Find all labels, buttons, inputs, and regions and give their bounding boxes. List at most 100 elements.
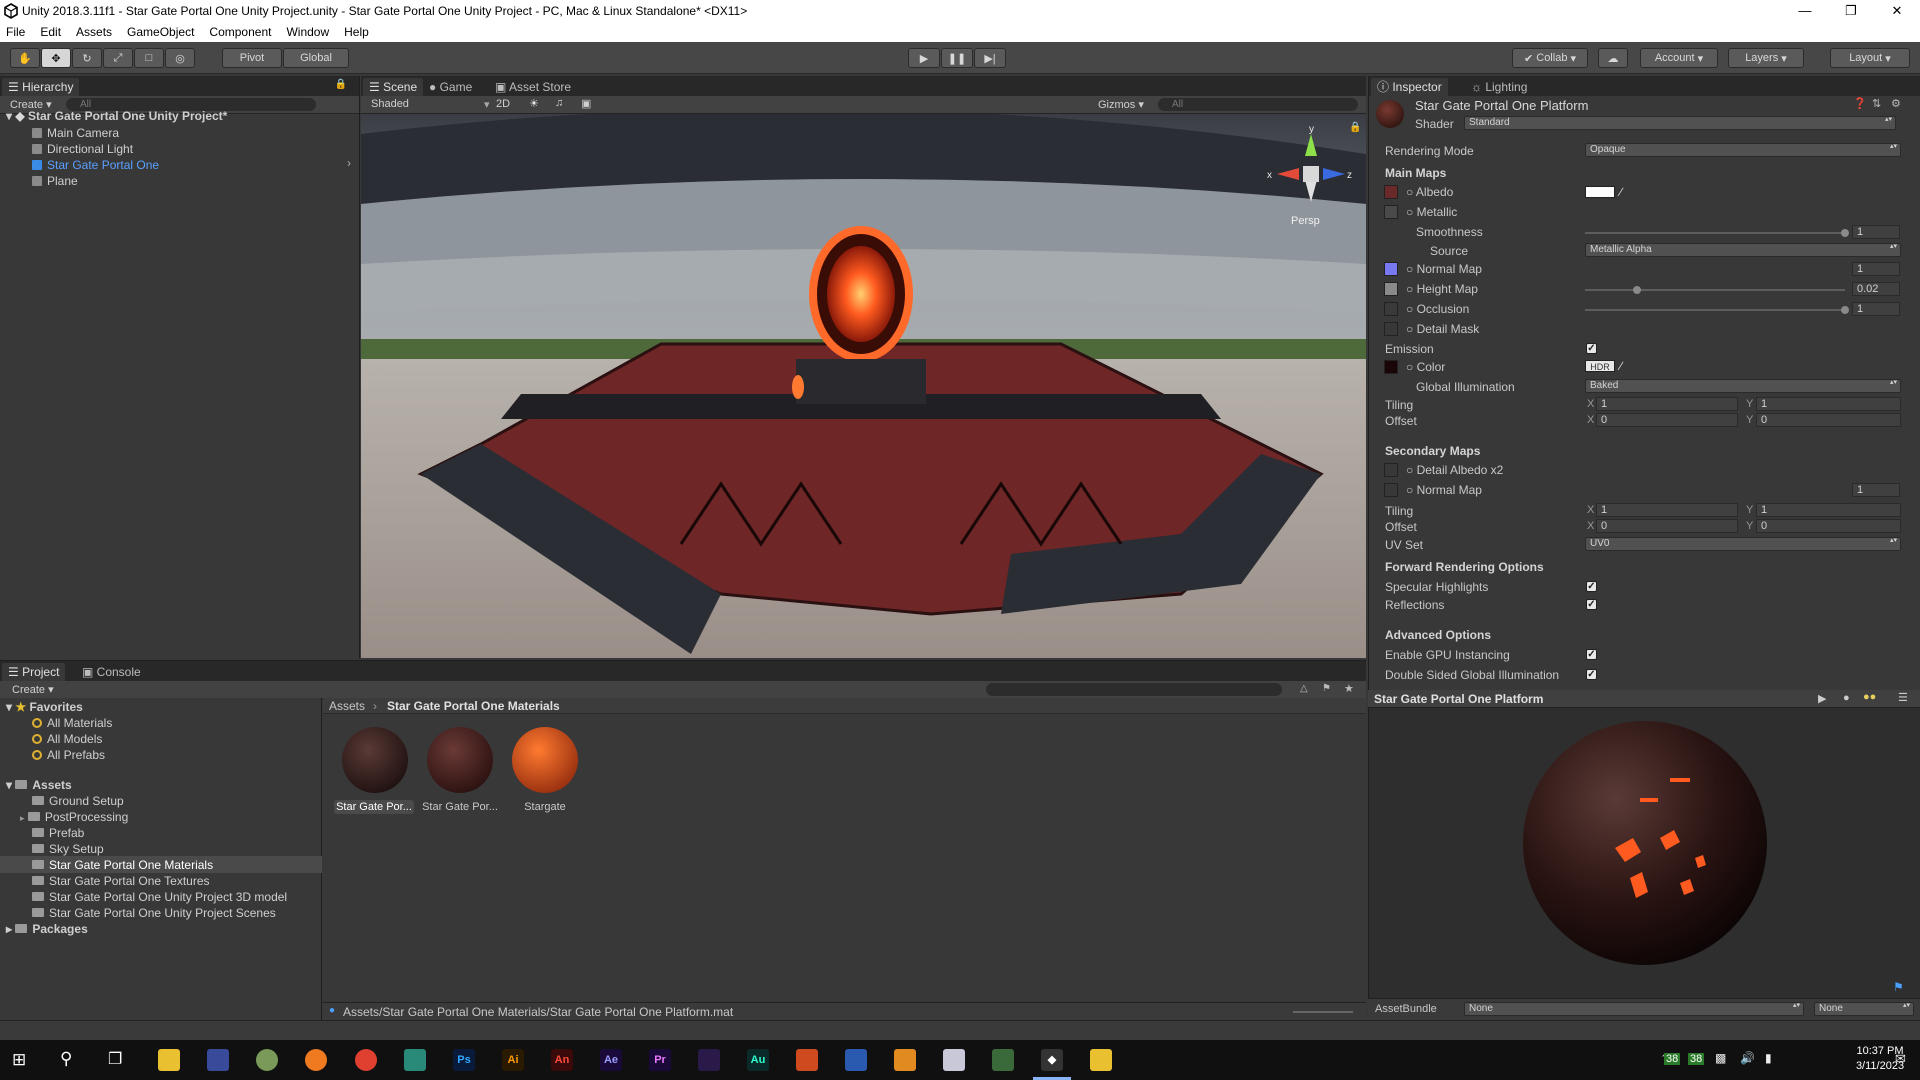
thumbnail-size-slider[interactable] <box>1293 1011 1353 1013</box>
height-map-label[interactable]: ○ Height Map <box>1406 282 1478 296</box>
height-map-texture-slot[interactable] <box>1384 282 1398 296</box>
offset-x-field[interactable]: 0 <box>1596 413 1738 427</box>
hierarchy-scene-root[interactable]: ▾ ◆ Star Gate Portal One Unity Project* <box>6 108 227 124</box>
occlusion-texture-slot[interactable] <box>1384 302 1398 316</box>
notifications-icon[interactable]: ✉ <box>1895 1051 1906 1067</box>
folder-ground-setup[interactable]: Ground Setup <box>32 793 124 809</box>
favorites-header[interactable]: ▾ ★ Favorites <box>6 699 83 715</box>
rotate-tool-icon[interactable]: ↻ <box>72 48 102 68</box>
menu-window[interactable]: Window <box>286 25 329 39</box>
play-button[interactable]: ▶ <box>908 48 940 68</box>
material-preview-sphere[interactable] <box>1520 718 1770 968</box>
material-thumbnail-platform[interactable] <box>342 727 408 793</box>
preview-shape-icon[interactable]: ● <box>1843 692 1850 704</box>
detail-albedo-label[interactable]: ○ Detail Albedo x2 <box>1406 463 1503 477</box>
hand-tool-icon[interactable]: ✋ <box>10 48 40 68</box>
secondary-normal-map-field[interactable]: 1 <box>1852 483 1900 497</box>
secondary-tiling-y-field[interactable]: 1 <box>1756 503 1901 517</box>
height-map-field[interactable]: 0.02 <box>1852 282 1900 296</box>
hierarchy-item-directional-light[interactable]: Directional Light <box>32 141 133 157</box>
task-view-icon[interactable]: ❐ <box>108 1049 122 1069</box>
menu-gameobject[interactable]: GameObject <box>127 25 194 39</box>
restore-icon[interactable]: ❐ <box>1828 0 1874 22</box>
photoshop-icon[interactable]: Ps <box>453 1049 475 1071</box>
rect-tool-icon[interactable]: □ <box>134 48 164 68</box>
secondary-tiling-x-field[interactable]: 1 <box>1596 503 1738 517</box>
folder-star-gate-portal-one-textures[interactable]: Star Gate Portal One Textures <box>32 873 210 889</box>
collab-dropdown[interactable]: ✔ Collab ▾ <box>1512 48 1588 68</box>
menu-edit[interactable]: Edit <box>40 25 61 39</box>
taskbar-app-icon[interactable] <box>404 1049 426 1071</box>
source-dropdown[interactable]: Metallic Alpha <box>1585 243 1901 257</box>
smoothness-slider-track[interactable] <box>1585 232 1845 234</box>
preview-light-icon[interactable]: ●● <box>1863 691 1876 703</box>
volume-icon[interactable]: 🔊 <box>1740 1051 1755 1065</box>
detail-mask-texture-slot[interactable] <box>1384 322 1398 336</box>
assetbundle-variant-dropdown[interactable]: None <box>1814 1002 1914 1016</box>
height-map-slider-knob[interactable] <box>1633 286 1641 294</box>
menu-component[interactable]: Component <box>209 25 271 39</box>
material-thumbnail-stargate[interactable] <box>512 727 578 793</box>
eyedropper-icon[interactable]: ∕ <box>1620 185 1622 199</box>
close-icon[interactable]: ✕ <box>1874 0 1920 22</box>
folder-sky-setup[interactable]: Sky Setup <box>32 841 104 857</box>
detail-mask-label[interactable]: ○ Detail Mask <box>1406 322 1479 336</box>
scene-search-input[interactable]: All <box>1158 98 1358 111</box>
reflections-checkbox[interactable]: ✓ <box>1586 599 1597 610</box>
normal-map-label[interactable]: ○ Normal Map <box>1406 262 1482 276</box>
material-label-3[interactable]: Stargate <box>505 800 585 814</box>
tab-scene[interactable]: ☰ Scene <box>363 78 424 96</box>
preset-icon[interactable]: ⇅ <box>1872 97 1881 110</box>
project-search-input[interactable] <box>986 683 1282 696</box>
tray-number-badge[interactable]: 38 <box>1664 1053 1681 1065</box>
smoothness-slider-knob[interactable] <box>1841 229 1849 237</box>
gizmos-dropdown[interactable]: Gizmos ▾ <box>1098 98 1144 111</box>
tab-game[interactable]: ● Game <box>423 78 478 96</box>
taskbar-search-icon[interactable]: ⚲ <box>60 1049 72 1069</box>
scene-viewport[interactable]: y x z Persp 🔒 <box>361 114 1366 658</box>
chevron-right-icon[interactable]: › <box>347 156 351 170</box>
chrome-icon[interactable] <box>355 1049 377 1071</box>
filter-type-icon[interactable]: △ <box>1300 683 1308 694</box>
preview-menu-icon[interactable]: ☰ <box>1898 691 1908 704</box>
material-label-2[interactable]: Star Gate Por... <box>420 800 500 814</box>
firefox-icon[interactable] <box>305 1049 327 1071</box>
taskbar-app-icon[interactable] <box>207 1049 229 1071</box>
uv-set-dropdown[interactable]: UV0 <box>1585 537 1901 551</box>
assets-header[interactable]: ▾ Assets <box>6 777 72 793</box>
pause-button[interactable]: ❚❚ <box>941 48 973 68</box>
menu-assets[interactable]: Assets <box>76 25 112 39</box>
network-icon[interactable]: ▩ <box>1715 1051 1726 1065</box>
occlusion-slider-track[interactable] <box>1585 309 1845 311</box>
hierarchy-item-plane[interactable]: Plane <box>32 173 78 189</box>
tiling-x-field[interactable]: 1 <box>1596 397 1738 411</box>
illustrator-icon[interactable]: Ai <box>502 1049 524 1071</box>
audio-icon[interactable]: ♫ <box>555 97 563 109</box>
detail-albedo-texture-slot[interactable] <box>1384 463 1398 477</box>
persp-label[interactable]: Persp <box>1291 215 1320 227</box>
help-icon[interactable]: ❓ <box>1853 97 1867 110</box>
preview-play-icon[interactable]: ▶ <box>1818 692 1826 705</box>
step-button[interactable]: ▶| <box>974 48 1006 68</box>
occlusion-slider-knob[interactable] <box>1841 306 1849 314</box>
file-explorer-icon[interactable] <box>158 1049 180 1071</box>
offset-y-field[interactable]: 0 <box>1756 413 1901 427</box>
smoothness-field[interactable]: 1 <box>1852 225 1900 239</box>
secondary-normal-map-texture-slot[interactable] <box>1384 483 1398 497</box>
favorite-all-prefabs[interactable]: All Prefabs <box>32 747 105 763</box>
cloud-icon[interactable]: ☁ <box>1598 48 1628 68</box>
tray-number-badge[interactable]: 38 <box>1688 1053 1705 1065</box>
height-map-slider-track[interactable] <box>1585 289 1845 291</box>
folder-project-scenes[interactable]: Star Gate Portal One Unity Project Scene… <box>32 905 276 921</box>
normal-map-texture-slot[interactable] <box>1384 262 1398 276</box>
shading-dropdown[interactable]: Shaded <box>371 98 409 110</box>
emission-texture-slot[interactable] <box>1384 360 1398 374</box>
material-label-1[interactable]: Star Gate Por... <box>334 800 414 814</box>
favorite-all-materials[interactable]: All Materials <box>32 715 112 731</box>
double-sided-gi-checkbox[interactable]: ✓ <box>1586 669 1597 680</box>
occlusion-field[interactable]: 1 <box>1852 302 1900 316</box>
tiling-y-field[interactable]: 1 <box>1756 397 1901 411</box>
emission-hdr-swatch[interactable]: HDR <box>1585 360 1615 372</box>
taskbar-app-icon[interactable] <box>943 1049 965 1071</box>
windows-start-icon[interactable]: ⊞ <box>12 1050 26 1070</box>
